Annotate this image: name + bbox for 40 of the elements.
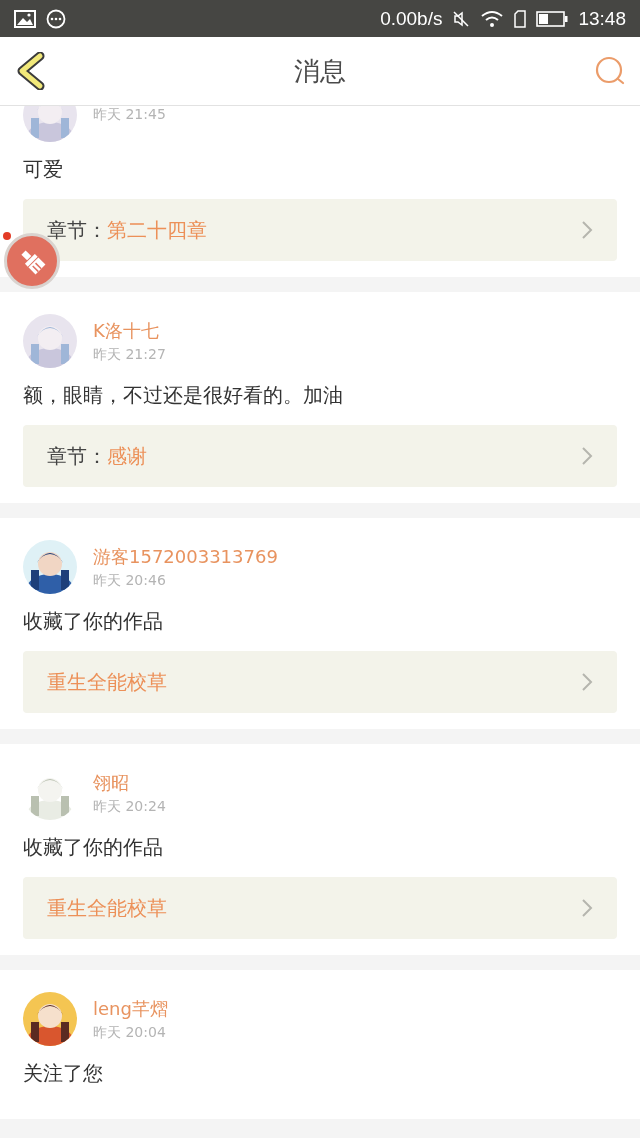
search-icon[interactable] xyxy=(594,55,626,87)
mute-icon xyxy=(452,9,471,28)
user-name[interactable]: leng芊熠 xyxy=(93,996,168,1021)
link-title: 重生全能校草 xyxy=(47,894,168,922)
wifi-icon xyxy=(480,9,505,28)
message-text: 额，眼睛，不过还是很好看的。加油 xyxy=(23,382,344,409)
chevron-icon xyxy=(581,220,593,240)
message-text: 可爱 xyxy=(23,156,64,183)
message-time: 昨天 21:27 xyxy=(93,345,166,364)
chevron-icon xyxy=(581,898,593,918)
image-icon xyxy=(14,9,36,28)
message-text: 关注了您 xyxy=(23,1060,104,1087)
user-name[interactable]: 游客1572003313769 xyxy=(93,544,278,569)
link-label: 章节： xyxy=(47,216,107,244)
message-time: 昨天 20:24 xyxy=(93,797,166,816)
message-time: 昨天 21:45 xyxy=(93,106,166,124)
message-text: 收藏了你的作品 xyxy=(23,608,164,635)
link-bar[interactable]: 重生全能校草 xyxy=(23,877,617,939)
message-time: 昨天 20:04 xyxy=(93,1023,167,1042)
clock: 13:48 xyxy=(578,7,626,30)
link-title: 感谢 xyxy=(107,442,148,470)
message-text: 收藏了你的作品 xyxy=(23,834,164,861)
chevron-icon xyxy=(581,446,593,466)
link-title: 第二十四章 xyxy=(107,216,208,244)
link-label: 章节： xyxy=(47,442,107,470)
chevron-icon xyxy=(581,672,593,692)
link-bar[interactable]: 章节：第二十四章 xyxy=(23,199,617,261)
link-bar[interactable]: 重生全能校草 xyxy=(23,651,617,713)
user-name[interactable]: 翎昭 xyxy=(93,770,166,795)
page-title: 消息 xyxy=(294,54,346,88)
back-icon[interactable] xyxy=(16,52,46,90)
more-icon xyxy=(46,8,66,29)
notification-dot xyxy=(3,232,11,240)
link-bar[interactable]: 章节：感谢 xyxy=(23,425,617,487)
user-name[interactable]: K洛十七 xyxy=(93,318,166,343)
network-speed: 0.00b/s xyxy=(380,7,443,30)
message-time: 昨天 20:46 xyxy=(93,571,167,590)
battery-icon xyxy=(536,10,569,27)
sim-icon xyxy=(514,9,527,28)
link-title: 重生全能校草 xyxy=(47,668,168,696)
